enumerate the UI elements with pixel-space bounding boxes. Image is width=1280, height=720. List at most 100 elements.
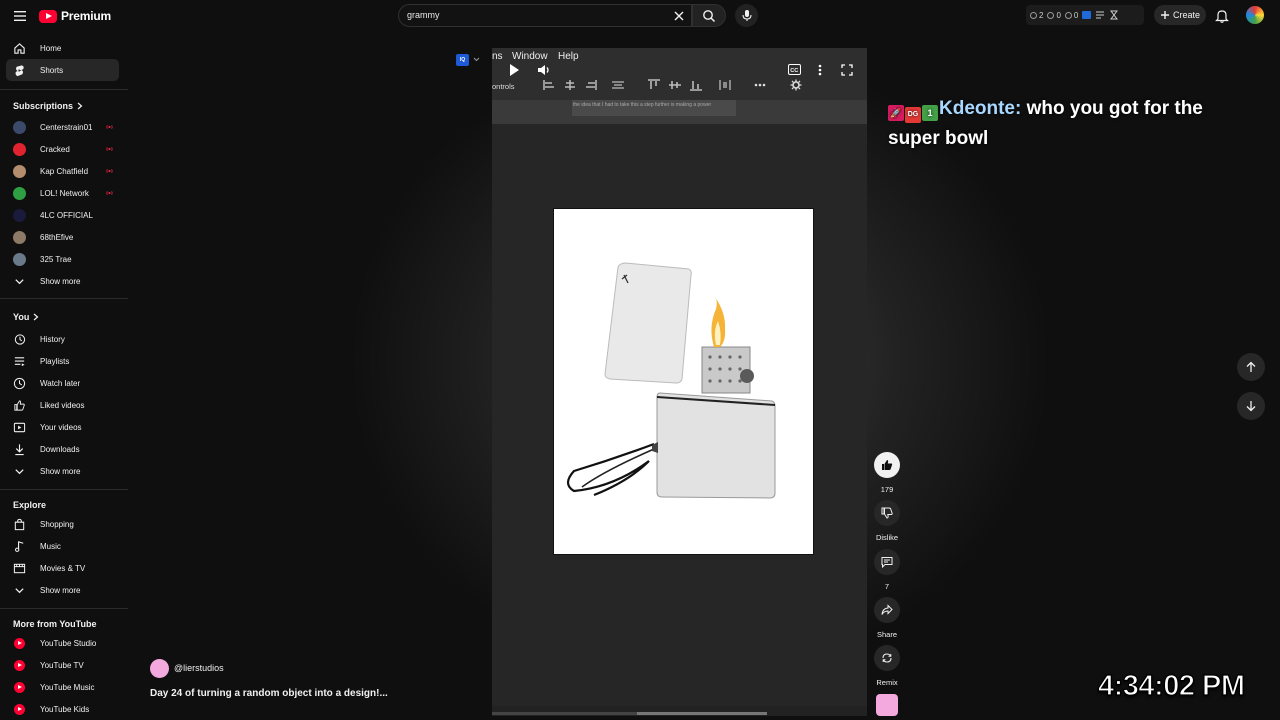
captions-icon[interactable]: CC (788, 64, 801, 75)
you-heading[interactable]: You (13, 312, 39, 322)
live-indicator-icon (106, 169, 113, 173)
channel-name[interactable]: @lierstudios (174, 663, 224, 673)
like-icon (882, 460, 893, 470)
fullscreen-icon[interactable] (841, 64, 853, 76)
sidebar-subscription-item[interactable]: Cracked (6, 138, 119, 160)
remix-action[interactable]: Remix (874, 645, 900, 687)
share-action[interactable]: Share (874, 597, 900, 639)
comments-button[interactable] (874, 549, 900, 575)
dislike-button[interactable] (874, 500, 900, 526)
sidebar-item-your-videos[interactable]: Your videos (6, 416, 119, 438)
extension-toolbar[interactable]: 2 0 0 (1026, 5, 1144, 25)
chevron-down-icon[interactable] (473, 57, 480, 62)
dislike-action[interactable]: Dislike (874, 500, 900, 542)
sidebar-subscription-item[interactable]: Centerstrain01 (6, 116, 119, 138)
sidebar-item-youtube-music[interactable]: YouTube Music (6, 676, 119, 698)
channel-avatar (13, 230, 26, 244)
sidebar-item-youtube-kids[interactable]: YouTube Kids (6, 698, 119, 720)
masthead: Premium grammy 2 0 0 Create (0, 0, 1280, 32)
search-button[interactable] (692, 4, 726, 27)
video-title[interactable]: Day 24 of turning a random object into a… (150, 688, 388, 699)
sidebar-item-watch-later[interactable]: Watch later (6, 372, 119, 394)
share-button[interactable] (874, 597, 900, 623)
shorts-video-player[interactable]: ns Window Help ontrols the idea that I h… (492, 48, 867, 716)
logo-text: Premium (61, 9, 111, 23)
play-icon[interactable] (508, 63, 520, 77)
sidebar-item-movies-tv[interactable]: Movies & TV (6, 557, 119, 579)
remix-button[interactable] (874, 645, 900, 671)
dg-badge: DG (905, 107, 921, 123)
sidebar-item-music[interactable]: Music (6, 535, 119, 557)
menu-item-ns: ns (492, 51, 503, 62)
youtube-kids-icon (14, 703, 25, 715)
clear-search-icon[interactable] (673, 10, 685, 22)
sidebar-item-label: YouTube Music (40, 682, 95, 692)
sidebar-subscription-item[interactable]: Kap Chatfield (6, 160, 119, 182)
plus-icon (1160, 11, 1169, 19)
share-label: Share (876, 630, 897, 639)
create-button[interactable]: Create (1154, 5, 1206, 25)
channel-avatar[interactable] (150, 659, 169, 678)
subscription-label: 4LC OFFICIAL (40, 210, 93, 220)
youtube-premium-logo[interactable]: Premium (39, 9, 111, 23)
subscriptions-show-more[interactable]: Show more (6, 270, 119, 292)
history-icon (14, 333, 26, 345)
sidebar-subscription-item[interactable]: 325 Trae (6, 248, 119, 270)
sidebar-item-shorts[interactable]: Shorts (6, 59, 119, 81)
sidebar-item-shopping[interactable]: Shopping (6, 513, 119, 535)
eye-icon (1047, 11, 1055, 19)
mic-icon (741, 10, 752, 21)
sidebar-item-label: Downloads (40, 444, 80, 454)
sidebar-item-youtube-studio[interactable]: YouTube Studio (6, 632, 119, 654)
arrow-down-icon (1246, 401, 1256, 412)
subscription-label: Centerstrain01 (40, 122, 93, 132)
subscription-label: Cracked (40, 144, 70, 154)
more-vertical-icon[interactable] (818, 64, 822, 76)
iq-extension-badge[interactable]: IQ (456, 54, 469, 66)
sidebar: Home Shorts Subscriptions Centerstrain01… (0, 36, 128, 720)
voice-search-button[interactable] (735, 4, 758, 27)
menu-item-window: Window (512, 51, 548, 62)
subscription-label: 325 Trae (40, 254, 72, 264)
live-indicator-icon (106, 125, 113, 129)
sidebar-subscription-item[interactable]: LOL! Network (6, 182, 119, 204)
sidebar-item-liked-videos[interactable]: Liked videos (6, 394, 119, 416)
sidebar-item-downloads[interactable]: Downloads (6, 438, 119, 460)
svg-text:CC: CC (790, 68, 798, 74)
lighter-design-artboard (553, 208, 814, 555)
like-button[interactable] (874, 452, 900, 478)
distribute-vertical-icon (719, 80, 731, 90)
sidebar-item-youtube-tv[interactable]: YouTube TV (6, 654, 119, 676)
subscriptions-heading[interactable]: Subscriptions (13, 101, 83, 111)
previous-short-button[interactable] (1237, 353, 1265, 381)
divider (0, 489, 128, 490)
chevron-down-icon (15, 278, 24, 284)
sidebar-item-home[interactable]: Home (6, 37, 119, 59)
sidebar-subscription-item[interactable]: 4LC OFFICIAL (6, 204, 119, 226)
volume-icon[interactable] (537, 63, 551, 77)
sidebar-item-playlists[interactable]: Playlists (6, 350, 119, 372)
explore-show-more[interactable]: Show more (6, 579, 119, 601)
you-show-more[interactable]: Show more (6, 460, 119, 482)
explore-title: Explore (13, 500, 47, 510)
divider (0, 608, 128, 609)
iq-extension-icon[interactable] (1082, 11, 1092, 19)
search-input[interactable]: grammy (398, 4, 692, 27)
tier-badge: 1 (922, 105, 938, 121)
chevron-down-icon (15, 587, 24, 593)
account-avatar[interactable] (1246, 6, 1264, 24)
show-more-label: Show more (40, 466, 81, 476)
clock-icon (1030, 11, 1037, 19)
share-icon (881, 604, 893, 615)
sidebar-item-history[interactable]: History (6, 328, 119, 350)
comments-action[interactable]: 7 (874, 549, 900, 591)
sidebar-subscription-item[interactable]: 68thEfive (6, 226, 119, 248)
video-progress-bar[interactable] (492, 706, 867, 716)
next-short-button[interactable] (1237, 392, 1265, 420)
shopping-icon (14, 518, 25, 530)
sidebar-item-label: Movies & TV (40, 563, 86, 573)
sound-thumbnail[interactable] (876, 694, 898, 716)
notifications-icon[interactable] (1215, 8, 1229, 23)
like-action[interactable]: 179 (874, 452, 900, 494)
menu-icon[interactable] (12, 8, 28, 24)
